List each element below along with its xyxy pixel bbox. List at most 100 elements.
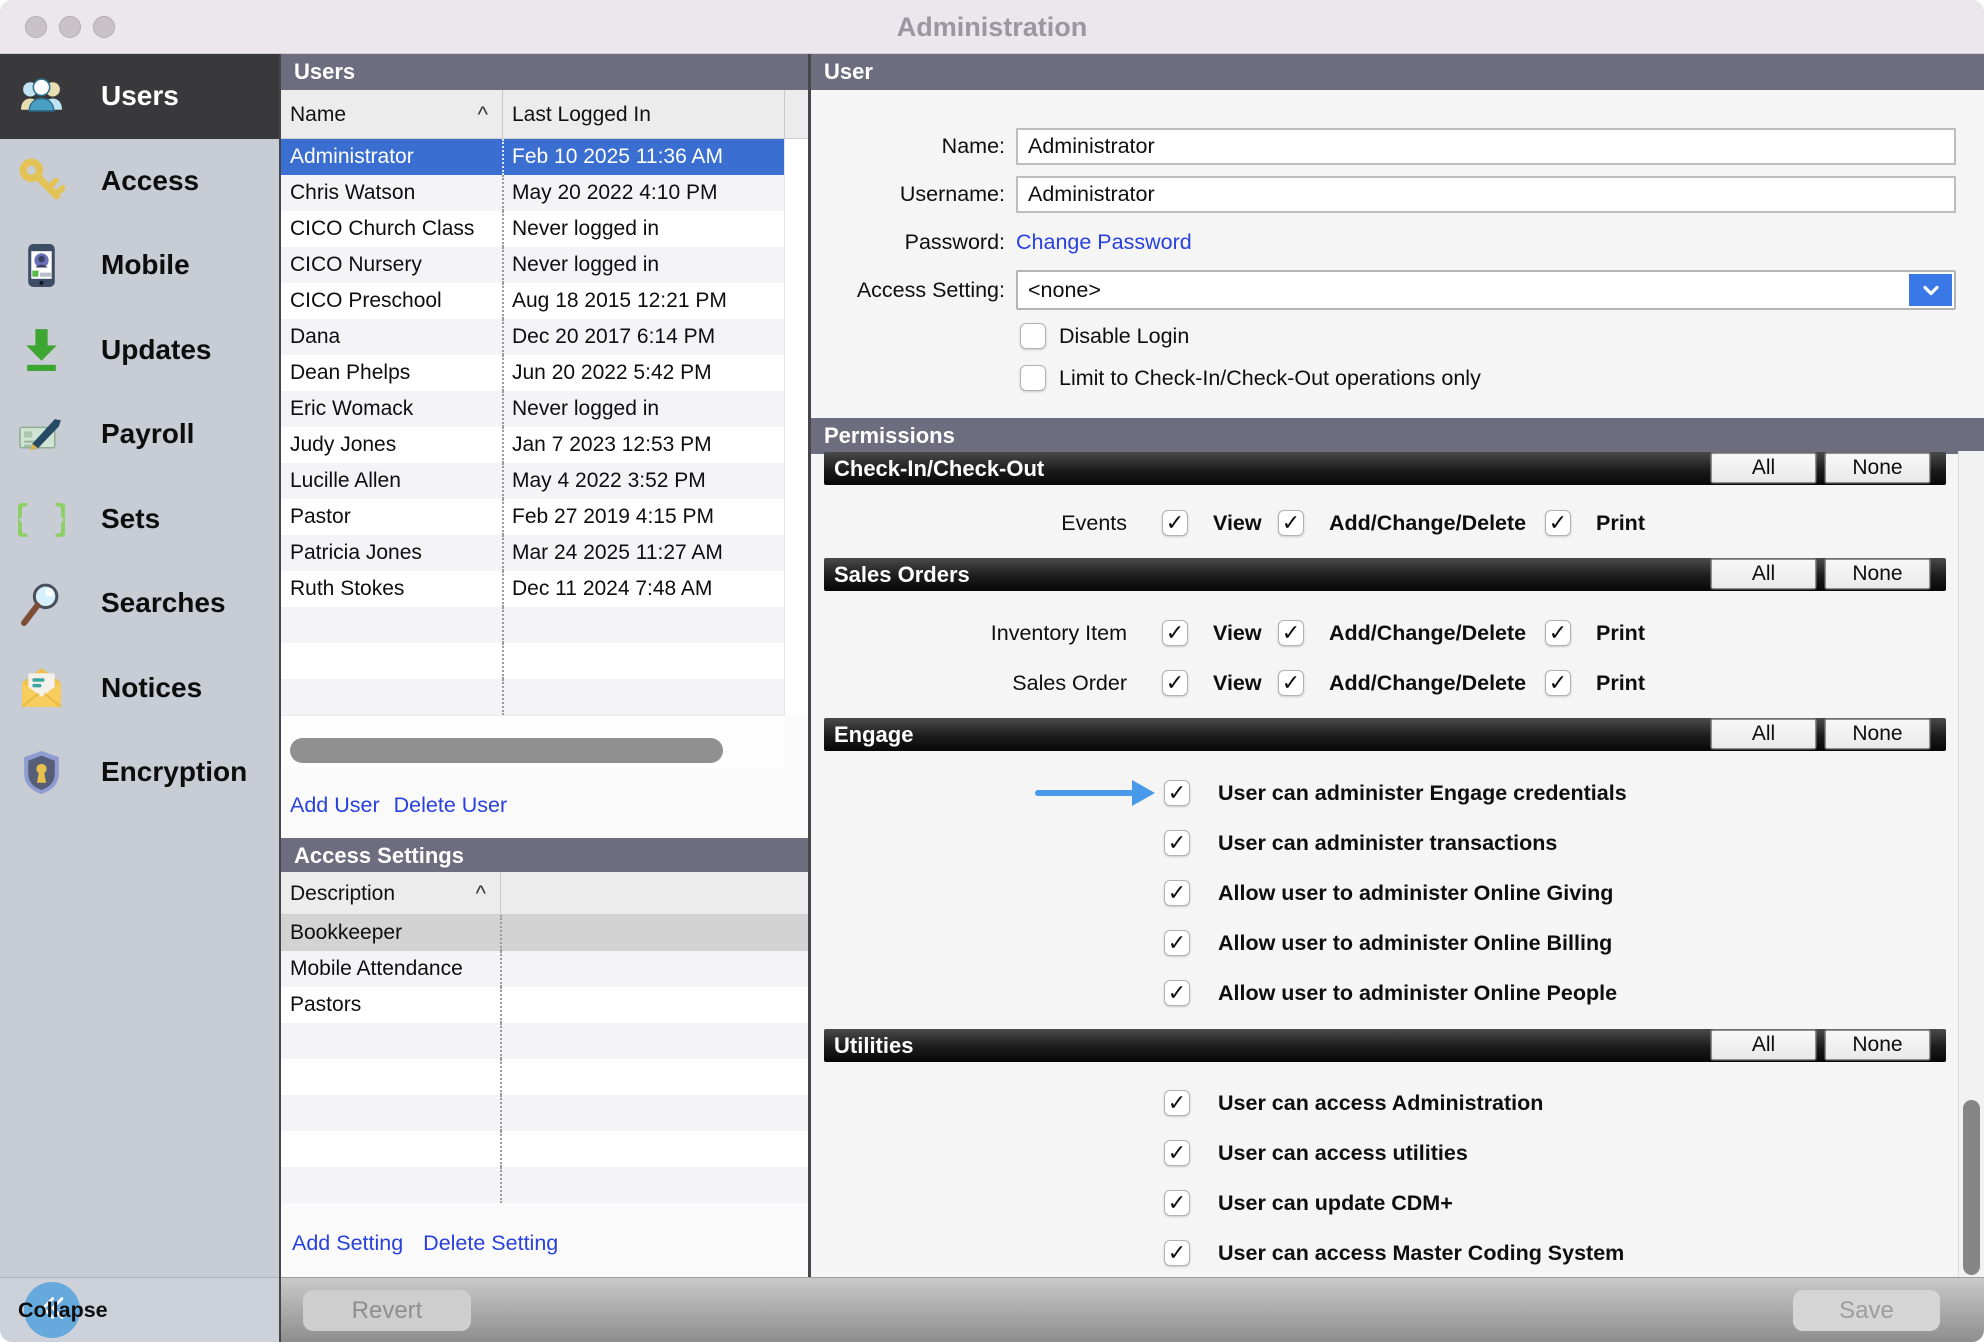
mobile-icon [14,238,68,292]
column-header-name[interactable]: Name^ [281,90,502,138]
magnifier-icon [14,576,68,630]
limit-cico-option[interactable]: Limit to Check-In/Check-Out operations o… [1020,365,1481,391]
user-can-administer-engage-credentials-checkbox[interactable]: ✓ [1164,780,1190,806]
sidebar-item-notices[interactable]: Notices [0,646,279,731]
table-row[interactable]: AdministratorFeb 10 2025 11:36 AM [281,139,784,175]
empty-cell [500,987,808,1023]
table-row[interactable]: Lucille AllenMay 4 2022 3:52 PM [281,463,784,499]
check-pen-icon [14,407,68,461]
print-checkbox[interactable]: ✓ [1545,510,1571,536]
username-input[interactable] [1016,176,1956,213]
table-row[interactable]: Patricia JonesMar 24 2025 11:27 AM [281,535,784,571]
empty-row [281,1167,808,1203]
table-row[interactable]: DanaDec 20 2017 6:14 PM [281,319,784,355]
empty-row [281,679,784,715]
add-change-delete-checkbox[interactable]: ✓ [1278,620,1304,646]
table-row[interactable]: CICO NurseryNever logged in [281,247,784,283]
table-row[interactable]: Judy JonesJan 7 2023 12:53 PM [281,427,784,463]
user-can-access-master-coding-system-checkbox[interactable]: ✓ [1164,1240,1190,1266]
table-row[interactable]: CICO Church ClassNever logged in [281,211,784,247]
limit-cico-checkbox[interactable] [1020,365,1046,391]
user-detail-panel: User Name: Username: Password: Change Pa… [811,54,1984,1277]
sidebar-item-mobile[interactable]: Mobile [0,223,279,308]
none-button[interactable]: None [1825,1030,1930,1060]
table-row[interactable]: Pastors [281,987,808,1023]
all-button[interactable]: All [1711,719,1816,749]
none-button[interactable]: None [1825,559,1930,589]
save-button[interactable]: Save [1793,1290,1940,1331]
empty-cell [281,607,502,643]
empty-cell [500,951,808,987]
delete-user-link[interactable]: Delete User [394,790,508,820]
sidebar-item-access[interactable]: Access [0,139,279,224]
add-setting-link[interactable]: Add Setting [292,1228,403,1258]
sidebar-divider [279,54,281,1342]
vertical-scrollbar[interactable] [1958,451,1984,1277]
view-checkbox[interactable]: ✓ [1162,620,1188,646]
sidebar-item-users[interactable]: Users [0,54,279,139]
user-can-administer-transactions-checkbox[interactable]: ✓ [1164,830,1190,856]
disable-login-option[interactable]: Disable Login [1020,323,1189,349]
print-checkbox[interactable]: ✓ [1545,620,1571,646]
permission-row-label: Events [811,509,1127,537]
horizontal-scrollbar-thumb[interactable] [290,738,723,763]
table-row[interactable]: Mobile Attendance [281,951,808,987]
view-checkbox[interactable]: ✓ [1162,670,1188,696]
table-row[interactable]: PastorFeb 27 2019 4:15 PM [281,499,784,535]
delete-setting-link[interactable]: Delete Setting [423,1228,558,1258]
empty-cell [500,1059,808,1095]
column-header-spare [784,90,808,138]
access-settings-rows: BookkeeperMobile AttendancePastors [281,915,808,1203]
none-button[interactable]: None [1825,453,1930,483]
sidebar-item-encryption[interactable]: Encryption [0,730,279,815]
allow-user-to-administer-online-giving-checkbox[interactable]: ✓ [1164,880,1190,906]
add-change-delete-checkbox[interactable]: ✓ [1278,670,1304,696]
user-name-cell: CICO Nursery [281,247,502,283]
table-row[interactable]: Bookkeeper [281,915,808,951]
sidebar-item-sets[interactable]: { }Sets [0,477,279,562]
add-user-link[interactable]: Add User [290,790,380,820]
print-checkbox[interactable]: ✓ [1545,670,1571,696]
vertical-scrollbar-thumb[interactable] [1963,1100,1980,1275]
table-row[interactable]: CICO PreschoolAug 18 2015 12:21 PM [281,283,784,319]
sidebar-item-searches[interactable]: Searches [0,561,279,646]
all-button[interactable]: All [1711,1030,1816,1060]
disable-login-checkbox[interactable] [1020,323,1046,349]
allow-user-to-administer-online-billing-checkbox[interactable]: ✓ [1164,930,1190,956]
all-button[interactable]: All [1711,559,1816,589]
change-password-link[interactable]: Change Password [1016,224,1192,261]
pointer-arrow-icon [1035,790,1134,796]
chevron-down-icon[interactable] [1909,274,1952,306]
user-name-cell: Patricia Jones [281,535,502,571]
user-can-access-utilities-checkbox[interactable]: ✓ [1164,1140,1190,1166]
column-header-description[interactable]: Description^ [281,872,500,914]
user-can-access-administration-checkbox[interactable]: ✓ [1164,1090,1190,1116]
sidebar-item-label: Users [101,80,179,112]
permission-row-label: Sales Order [811,669,1127,697]
empty-cell [500,1131,808,1167]
last-logged-in-cell: Mar 24 2025 11:27 AM [502,535,784,571]
envelope-icon [14,661,68,715]
sidebar-item-updates[interactable]: Updates [0,308,279,393]
table-row[interactable]: Chris WatsonMay 20 2022 4:10 PM [281,175,784,211]
none-button[interactable]: None [1825,719,1930,749]
table-row[interactable]: Eric WomackNever logged in [281,391,784,427]
table-row[interactable]: Dean PhelpsJun 20 2022 5:42 PM [281,355,784,391]
permission-checkbox-label: Allow user to administer Online Giving [1218,879,1613,907]
sidebar-item-label: Payroll [101,418,194,450]
view-checkbox[interactable]: ✓ [1162,510,1188,536]
sidebar-item-payroll[interactable]: Payroll [0,392,279,477]
column-header-last-logged-in[interactable]: Last Logged In [502,90,784,138]
view-checkbox-label: View [1213,669,1262,697]
all-button[interactable]: All [1711,453,1816,483]
user-can-update-cdm-checkbox[interactable]: ✓ [1164,1190,1190,1216]
access-setting-select[interactable]: <none> [1016,270,1956,310]
allow-user-to-administer-online-people-checkbox[interactable]: ✓ [1164,980,1190,1006]
table-row[interactable]: Ruth StokesDec 11 2024 7:48 AM [281,571,784,607]
horizontal-scrollbar[interactable] [281,715,784,768]
revert-button[interactable]: Revert [303,1290,471,1331]
username-label: Username: [811,176,1005,213]
add-change-delete-checkbox[interactable]: ✓ [1278,510,1304,536]
name-input[interactable] [1016,128,1956,165]
permission-checkbox-label: Allow user to administer Online Billing [1218,929,1612,957]
